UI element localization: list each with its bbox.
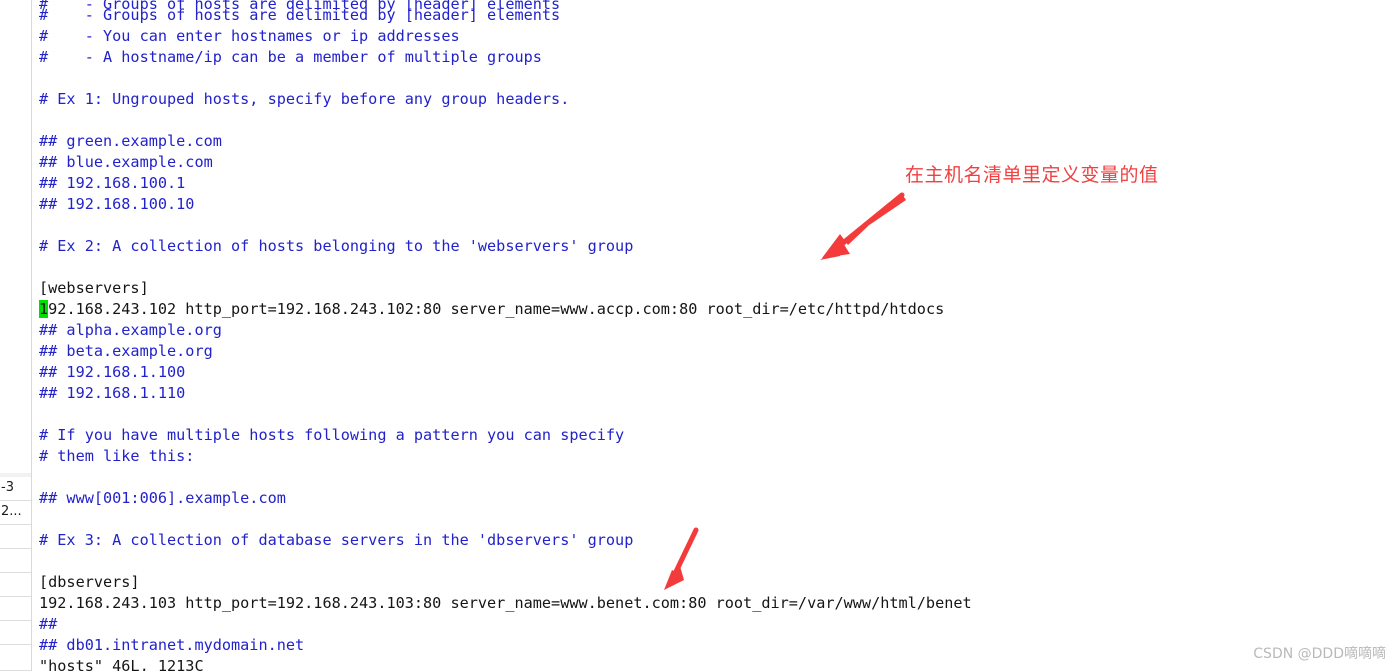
- code-line: [dbservers]: [39, 573, 140, 591]
- code-line: ##: [39, 615, 58, 633]
- code-line: ## db01.intranet.mydomain.net: [39, 636, 305, 654]
- code-line: # - Groups of hosts are delimited by [he…: [39, 6, 561, 24]
- text-cursor: 1: [39, 300, 49, 318]
- code-line: # them like this:: [39, 447, 195, 465]
- code-line: ## 192.168.1.100: [39, 363, 186, 381]
- panel-row[interactable]: 2...: [0, 501, 31, 525]
- code-line: ## 192.168.100.10: [39, 195, 195, 213]
- red-annotation-note: 在主机名清单里定义变量的值: [905, 164, 1159, 186]
- code-line: # - A hostname/ip can be a member of mul…: [39, 48, 542, 66]
- panel-row[interactable]: [0, 645, 31, 671]
- panel-row[interactable]: [0, 621, 31, 645]
- code-line: "hosts" 46L, 1213C: [39, 657, 204, 671]
- code-line: # - You can enter hostnames or ip addres…: [39, 27, 460, 45]
- code-line: ## 192.168.1.110: [39, 384, 186, 402]
- code-line: ## www[001:006].example.com: [39, 489, 286, 507]
- code-line: ## beta.example.org: [39, 342, 213, 360]
- code-line: 192.168.243.102 http_port=192.168.243.10…: [39, 300, 945, 318]
- panel-row[interactable]: -3: [0, 477, 31, 501]
- code-line: 192.168.243.103 http_port=192.168.243.10…: [39, 594, 972, 612]
- code-line: ## blue.example.com: [39, 153, 213, 171]
- code-line: ## green.example.com: [39, 132, 222, 150]
- csdn-watermark: CSDN @DDD嘀嘀嘀: [1253, 646, 1386, 662]
- panel-row[interactable]: [0, 573, 31, 597]
- code-line: # Ex 2: A collection of hosts belonging …: [39, 237, 634, 255]
- vim-editor-pane[interactable]: # - Groups of hosts are delimited by [he…: [32, 0, 1396, 671]
- panel-row[interactable]: [0, 597, 31, 621]
- code-line: [webservers]: [39, 279, 149, 297]
- code-line: # Ex 3: A collection of database servers…: [39, 531, 634, 549]
- panel-row[interactable]: [0, 525, 31, 549]
- code-line: ## 192.168.100.1: [39, 174, 186, 192]
- code-line: ## alpha.example.org: [39, 321, 222, 339]
- code-line: # If you have multiple hosts following a…: [39, 426, 625, 444]
- code-line: # Ex 1: Ungrouped hosts, specify before …: [39, 90, 570, 108]
- left-side-panel: -3 2...: [0, 0, 32, 671]
- panel-row[interactable]: [0, 549, 31, 573]
